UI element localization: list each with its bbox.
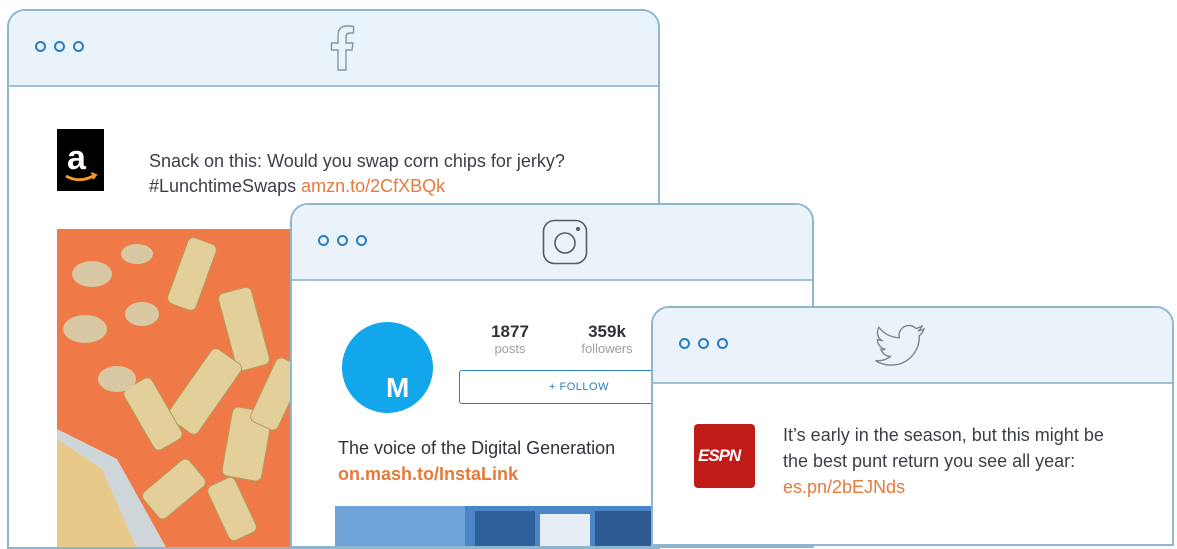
followers-label: followers [581, 341, 633, 356]
window-title-bar [292, 205, 812, 281]
window-dot[interactable] [337, 235, 348, 246]
tweet-link[interactable]: es.pn/2bEJNds [783, 477, 905, 497]
window-controls[interactable] [318, 235, 367, 246]
bio-text: The voice of the Digital Generation [338, 438, 616, 458]
window-dot[interactable] [679, 338, 690, 349]
amazon-letter: a [67, 139, 87, 177]
window-dot[interactable] [35, 41, 46, 52]
tweet-text: It’s early in the season, but this might… [783, 422, 1123, 500]
followers-count: 359k [588, 322, 626, 341]
espn-avatar[interactable]: ESPN [694, 424, 755, 488]
bio-link[interactable]: on.mash.to/InstaLink [338, 461, 615, 487]
window-title-bar [653, 308, 1172, 384]
window-controls[interactable] [35, 41, 84, 52]
amazon-avatar[interactable]: a [57, 129, 104, 191]
event-photo [335, 506, 695, 546]
window-dot[interactable] [73, 41, 84, 52]
amazon-logo-icon: a [65, 139, 98, 182]
instagram-icon [542, 219, 588, 265]
facebook-f-icon [330, 25, 355, 71]
twitter-window: ESPN It’s early in the season, but this … [651, 306, 1174, 546]
followers-stat: 359k followers [572, 322, 642, 356]
facebook-post-text: Snack on this: Would you swap corn chips… [149, 149, 589, 199]
mashable-avatar[interactable]: M [342, 322, 433, 413]
window-dot[interactable] [698, 338, 709, 349]
posts-count: 1877 [491, 322, 529, 341]
post-image[interactable] [57, 229, 302, 547]
posts-stat: 1877 posts [480, 322, 540, 356]
espn-logo-text: ESPN [698, 446, 741, 465]
window-dot[interactable] [717, 338, 728, 349]
post-thumbnail[interactable] [335, 506, 695, 546]
window-dot[interactable] [54, 41, 65, 52]
tweet-body: It’s early in the season, but this might… [783, 425, 1104, 471]
window-dot[interactable] [318, 235, 329, 246]
snack-photo [57, 229, 302, 547]
instagram-bio: The voice of the Digital Generation on.m… [338, 435, 615, 487]
posts-label: posts [494, 341, 526, 356]
window-title-bar [9, 11, 658, 87]
twitter-bird-icon [875, 324, 926, 366]
post-link[interactable]: amzn.to/2CfXBQk [301, 176, 445, 196]
window-controls[interactable] [679, 338, 728, 349]
avatar-letter: M [386, 372, 410, 403]
window-dot[interactable] [356, 235, 367, 246]
